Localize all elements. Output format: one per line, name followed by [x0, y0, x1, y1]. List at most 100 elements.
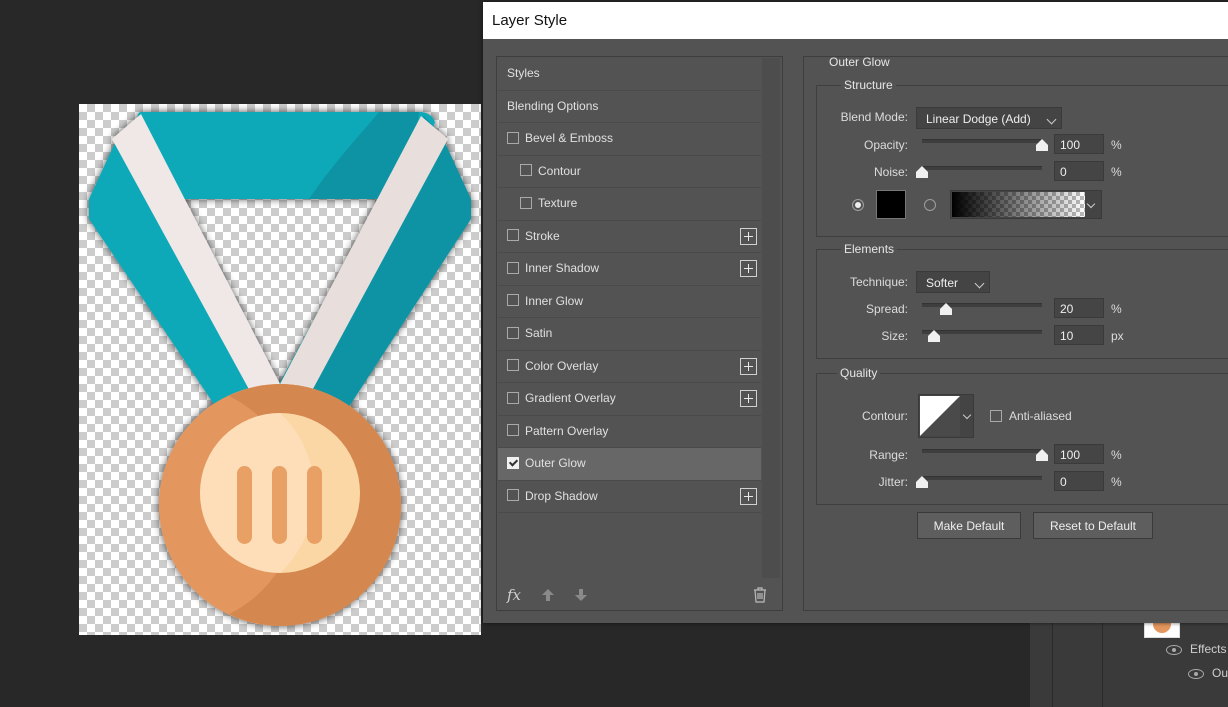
contour-checkbox[interactable] [520, 164, 532, 177]
glow-color-swatch[interactable] [876, 190, 906, 219]
trash-icon[interactable] [753, 587, 767, 603]
blend-mode-dropdown[interactable]: Linear Dodge (Add) [916, 107, 1062, 129]
contour-picker[interactable] [918, 394, 974, 438]
sidebar-item-label: Blending Options [507, 98, 599, 113]
size-input[interactable]: 10 [1054, 325, 1104, 345]
bevel-emboss-checkbox[interactable] [507, 131, 519, 144]
outer-glow-checkbox[interactable] [507, 456, 519, 469]
medal-bar-3 [307, 466, 322, 544]
sidebar-item-texture[interactable]: Texture [498, 188, 761, 221]
satin-checkbox[interactable] [507, 326, 519, 339]
contour-label: Contour: [861, 409, 908, 423]
layer-outer-glow-row[interactable]: Out [1188, 666, 1228, 680]
add-color-overlay-icon[interactable] [740, 357, 757, 375]
anti-aliased-checkbox[interactable] [990, 410, 1002, 422]
sidebar-item-label: Pattern Overlay [525, 423, 609, 438]
jitter-label: Jitter: [878, 475, 908, 489]
sidebar-item-satin[interactable]: Satin [498, 318, 761, 351]
quality-title: Quality [837, 366, 881, 380]
sidebar-item-blending-options[interactable]: Blending Options [498, 91, 761, 123]
move-down-icon[interactable] [574, 588, 588, 602]
outer-glow-panel: Outer Glow Structure Blend Mode: Linear … [803, 55, 1228, 611]
noise-input[interactable]: 0 [1054, 161, 1104, 181]
texture-checkbox[interactable] [520, 196, 532, 209]
inner-glow-checkbox[interactable] [507, 294, 519, 307]
outer-glow-layer-label: Out [1212, 666, 1228, 680]
sidebar-item-gradient-overlay[interactable]: Gradient Overlay [498, 383, 761, 416]
fx-icon[interactable]: fx [507, 586, 521, 604]
spread-slider[interactable] [922, 303, 1042, 315]
spread-input[interactable]: 20 [1054, 298, 1104, 318]
technique-label: Technique: [849, 275, 908, 289]
eye-icon[interactable] [1166, 644, 1182, 655]
inner-shadow-checkbox[interactable] [507, 261, 519, 274]
sidebar-item-drop-shadow[interactable]: Drop Shadow [498, 481, 761, 513]
sidebar-item-contour[interactable]: Contour [498, 156, 761, 188]
sidebar-item-outer-glow[interactable]: Outer Glow [498, 448, 761, 481]
eye-icon[interactable] [1188, 668, 1204, 679]
chevron-down-icon [974, 278, 985, 289]
solid-color-radio[interactable] [852, 199, 864, 211]
gradient-overlay-checkbox[interactable] [507, 391, 519, 404]
noise-slider[interactable] [916, 166, 1042, 178]
sidebar-item-inner-glow[interactable]: Inner Glow [498, 286, 761, 318]
move-up-icon[interactable] [541, 588, 555, 602]
add-stroke-icon[interactable] [740, 227, 757, 245]
jitter-unit: % [1111, 475, 1122, 489]
blend-mode-label: Blend Mode: [840, 110, 908, 124]
medal-bar-2 [272, 466, 287, 544]
contour-preview-icon [920, 396, 960, 436]
sidebar-item-color-overlay[interactable]: Color Overlay [498, 351, 761, 383]
sidebar-scrollbar[interactable] [762, 58, 780, 578]
make-default-button[interactable]: Make Default [917, 512, 1021, 539]
technique-value: Softer [926, 276, 959, 290]
pattern-overlay-checkbox[interactable] [507, 424, 519, 437]
elements-title: Elements [841, 242, 898, 256]
sidebar-item-pattern-overlay[interactable]: Pattern Overlay [498, 416, 761, 448]
range-unit: % [1111, 448, 1122, 462]
technique-dropdown[interactable]: Softer [916, 271, 990, 293]
opacity-unit: % [1111, 138, 1122, 152]
chevron-down-icon [962, 410, 972, 420]
size-slider[interactable] [922, 330, 1042, 342]
styles-list: Styles Blending Options Bevel & Emboss Cont… [498, 58, 761, 513]
opacity-slider[interactable] [922, 139, 1048, 151]
add-drop-shadow-icon[interactable] [740, 487, 757, 505]
layer-effects-row[interactable]: Effects [1166, 642, 1226, 656]
canvas-document[interactable] [79, 104, 481, 635]
sidebar-footer: fx [497, 577, 782, 610]
jitter-slider[interactable] [916, 476, 1042, 488]
reset-to-default-button[interactable]: Reset to Default [1033, 512, 1153, 539]
structure-title: Structure [841, 78, 896, 92]
sidebar-item-label: Drop Shadow [525, 488, 598, 503]
gradient-radio[interactable] [924, 199, 936, 211]
sidebar-item-inner-shadow[interactable]: Inner Shadow [498, 253, 761, 286]
sidebar-item-styles[interactable]: Styles [498, 58, 761, 91]
sidebar-item-label: Stroke [525, 228, 560, 243]
range-input[interactable]: 100 [1054, 444, 1104, 464]
chevron-down-icon [1046, 114, 1057, 125]
sidebar-item-label: Inner Glow [525, 293, 584, 308]
glow-gradient-picker[interactable] [950, 190, 1102, 219]
sidebar-item-label: Inner Shadow [525, 261, 600, 275]
sidebar-item-label: Texture [538, 196, 578, 210]
blend-mode-value: Linear Dodge (Add) [926, 112, 1031, 126]
drop-shadow-checkbox[interactable] [507, 489, 519, 502]
add-inner-shadow-icon[interactable] [740, 260, 757, 277]
color-overlay-checkbox[interactable] [507, 359, 519, 372]
range-slider[interactable] [922, 449, 1048, 461]
noise-label: Noise: [873, 165, 908, 179]
jitter-input[interactable]: 0 [1054, 471, 1104, 491]
medal-bar-1 [237, 466, 252, 544]
sidebar-item-stroke[interactable]: Stroke [498, 221, 761, 253]
add-gradient-overlay-icon[interactable] [740, 390, 757, 407]
spread-unit: % [1111, 302, 1122, 316]
opacity-input[interactable]: 100 [1054, 134, 1104, 154]
sidebar-item-label: Outer Glow [525, 456, 586, 470]
medal-illustration [89, 112, 471, 626]
dialog-title: Layer Style [483, 2, 1228, 39]
sidebar-item-bevel-emboss[interactable]: Bevel & Emboss [498, 123, 761, 156]
stroke-checkbox[interactable] [507, 229, 519, 242]
opacity-label: Opacity: [863, 138, 908, 152]
outer-glow-title: Outer Glow [829, 55, 890, 69]
